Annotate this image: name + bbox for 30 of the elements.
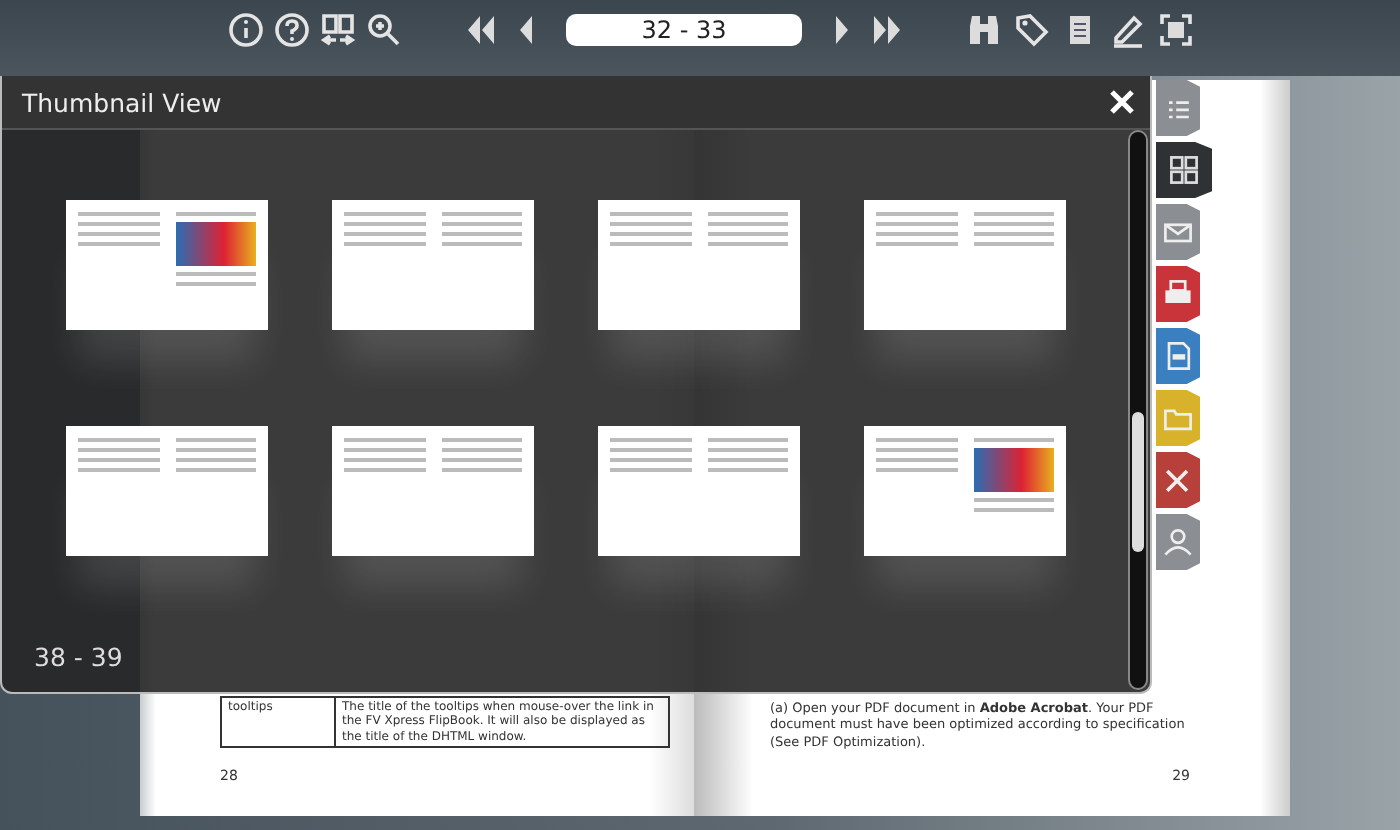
tag-icon[interactable] [1014, 12, 1050, 48]
zoom-in-icon[interactable] [366, 12, 402, 48]
first-page-icon[interactable] [462, 12, 498, 48]
page-range: 38 - 39 [34, 642, 125, 672]
grid-tab[interactable] [1156, 142, 1212, 198]
page-field[interactable]: 32 - 33 [566, 14, 802, 46]
page-thumbnail[interactable] [332, 426, 534, 556]
help-icon[interactable] [274, 12, 310, 48]
page-thumbnail[interactable] [864, 200, 1066, 330]
panel-title: Thumbnail View [22, 87, 222, 117]
grid-icon [1166, 152, 1202, 188]
user-icon [1160, 524, 1196, 560]
book-icon[interactable] [320, 12, 356, 48]
page-thumbnail[interactable] [66, 200, 268, 330]
page-thumbnail[interactable] [598, 426, 800, 556]
page-thumbnail[interactable] [598, 200, 800, 330]
fullscreen-icon[interactable] [1158, 12, 1194, 48]
last-page-icon[interactable] [870, 12, 906, 48]
info-icon[interactable] [228, 12, 264, 48]
page-thumbnail[interactable] [864, 426, 1066, 556]
print-tab[interactable] [1156, 266, 1200, 322]
page-thumbnail[interactable] [66, 426, 268, 556]
pencil-icon[interactable] [1110, 12, 1146, 48]
user-tab[interactable] [1156, 514, 1200, 570]
scrollbar[interactable] [1128, 130, 1148, 690]
tools-tab[interactable] [1156, 452, 1200, 508]
close-icon[interactable] [1110, 90, 1134, 114]
pdf-tab[interactable] [1156, 328, 1200, 384]
page-thumbnail[interactable] [332, 200, 534, 330]
binoculars-icon[interactable] [966, 12, 1002, 48]
